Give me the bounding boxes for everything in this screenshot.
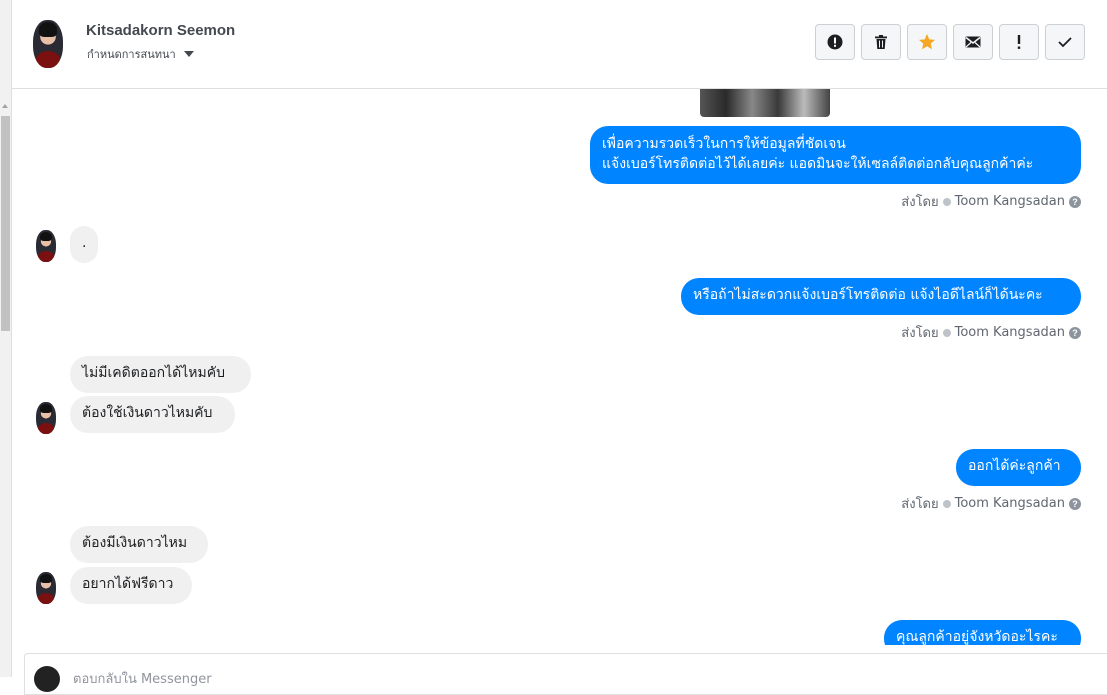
message-bubble-outgoing[interactable]: หรือถ้าไม่สะดวกแจ้งเบอร์โทรติดต่อ แจ้งไอ…: [681, 278, 1081, 315]
conversation-setting-label: กำหนดการสนทนา: [87, 48, 176, 61]
alert-icon: [827, 34, 843, 50]
action-toolbar: [815, 24, 1085, 60]
caret-down-icon: [183, 51, 194, 57]
help-icon[interactable]: ?: [1069, 195, 1081, 208]
message-bubble-outgoing[interactable]: เพื่อความรวดเร็วในการให้ข้อมูลที่ชัดเจน …: [590, 126, 1081, 184]
mark-unread-button[interactable]: [953, 24, 993, 60]
page-avatar: [34, 666, 60, 692]
conversation-setting-dropdown[interactable]: กำหนดการสนทนา: [87, 45, 194, 63]
message-thread[interactable]: เพื่อความรวดเร็วในการให้ข้อมูลที่ชัดเจน …: [12, 89, 1107, 645]
help-icon[interactable]: ?: [1069, 326, 1081, 339]
message-bubble-incoming[interactable]: ต้องมีเงินดาวไหม: [70, 526, 208, 563]
shared-image[interactable]: [700, 89, 830, 117]
agent-name[interactable]: Toom Kangsadan: [955, 194, 1065, 209]
left-scrollbar[interactable]: [0, 0, 12, 677]
sent-by-prefix: ส่งโดย: [901, 497, 939, 512]
agent-name[interactable]: Toom Kangsadan: [955, 325, 1065, 340]
conversation-header: Kitsadakorn Seemon กำหนดการสนทนา: [12, 0, 1107, 89]
agent-name[interactable]: Toom Kangsadan: [955, 496, 1065, 511]
sent-by-prefix: ส่งโดย: [901, 195, 939, 210]
contact-avatar[interactable]: [33, 20, 63, 68]
message-text: แจ้งเบอร์โทรติดต่อไว้ได้เลยค่ะ แอดมินจะใ…: [602, 156, 1034, 172]
exclamation-icon: [1017, 35, 1021, 49]
follow-up-button[interactable]: [999, 24, 1039, 60]
message-text: หรือถ้าไม่สะดวกแจ้งเบอร์โทรติดต่อ แจ้งไอ…: [693, 287, 1043, 303]
trash-icon: [875, 35, 887, 49]
delete-button[interactable]: [861, 24, 901, 60]
star-button[interactable]: [907, 24, 947, 60]
mark-done-button[interactable]: [1045, 24, 1085, 60]
message-text: คุณลูกค้าอยู่จังหวัดอะไรคะ: [896, 629, 1058, 645]
contact-name[interactable]: Kitsadakorn Seemon: [86, 22, 235, 39]
contact-avatar-small: [36, 402, 56, 434]
contact-avatar-small: [36, 230, 56, 262]
sent-by-prefix: ส่งโดย: [901, 326, 939, 341]
agent-dot-icon: [942, 328, 951, 337]
message-text: ต้องใช้เงินดาวไหมคับ: [82, 405, 213, 421]
message-bubble-incoming[interactable]: ต้องใช้เงินดาวไหมคับ: [70, 396, 235, 433]
message-text: เพื่อความรวดเร็วในการให้ข้อมูลที่ชัดเจน: [602, 136, 846, 152]
message-text: .: [82, 235, 87, 251]
message-bubble-outgoing[interactable]: ออกได้ค่ะลูกค้า: [956, 449, 1081, 486]
check-icon: [1058, 37, 1072, 48]
spam-button[interactable]: [815, 24, 855, 60]
message-bubble-incoming[interactable]: ไม่มีเคดิตออกได้ไหมคับ: [70, 356, 251, 393]
agent-dot-icon: [942, 197, 951, 206]
message-text: ไม่มีเคดิตออกได้ไหมคับ: [82, 365, 226, 381]
agent-dot-icon: [942, 499, 951, 508]
sent-by-label: ส่งโดย Toom Kangsadan ?: [901, 493, 1081, 514]
message-bubble-outgoing[interactable]: คุณลูกค้าอยู่จังหวัดอะไรคะ: [884, 620, 1081, 645]
reply-input[interactable]: ตอบกลับใน Messenger: [73, 668, 212, 689]
scroll-up-arrow-icon[interactable]: [2, 104, 8, 108]
sent-by-label: ส่งโดย Toom Kangsadan ?: [901, 191, 1081, 212]
message-text: อยากได้ฟรีดาว: [82, 576, 174, 592]
message-bubble-incoming[interactable]: อยากได้ฟรีดาว: [70, 567, 192, 604]
message-text: ออกได้ค่ะลูกค้า: [968, 458, 1061, 474]
contact-avatar-small: [36, 572, 56, 604]
mail-icon: [965, 36, 981, 48]
star-icon: [919, 34, 935, 50]
message-text: ต้องมีเงินดาวไหม: [82, 535, 188, 551]
help-icon[interactable]: ?: [1069, 497, 1081, 510]
message-bubble-incoming[interactable]: .: [70, 226, 98, 263]
sent-by-label: ส่งโดย Toom Kangsadan ?: [901, 322, 1081, 343]
scrollbar-thumb[interactable]: [1, 116, 10, 331]
reply-composer[interactable]: ตอบกลับใน Messenger: [24, 653, 1107, 695]
